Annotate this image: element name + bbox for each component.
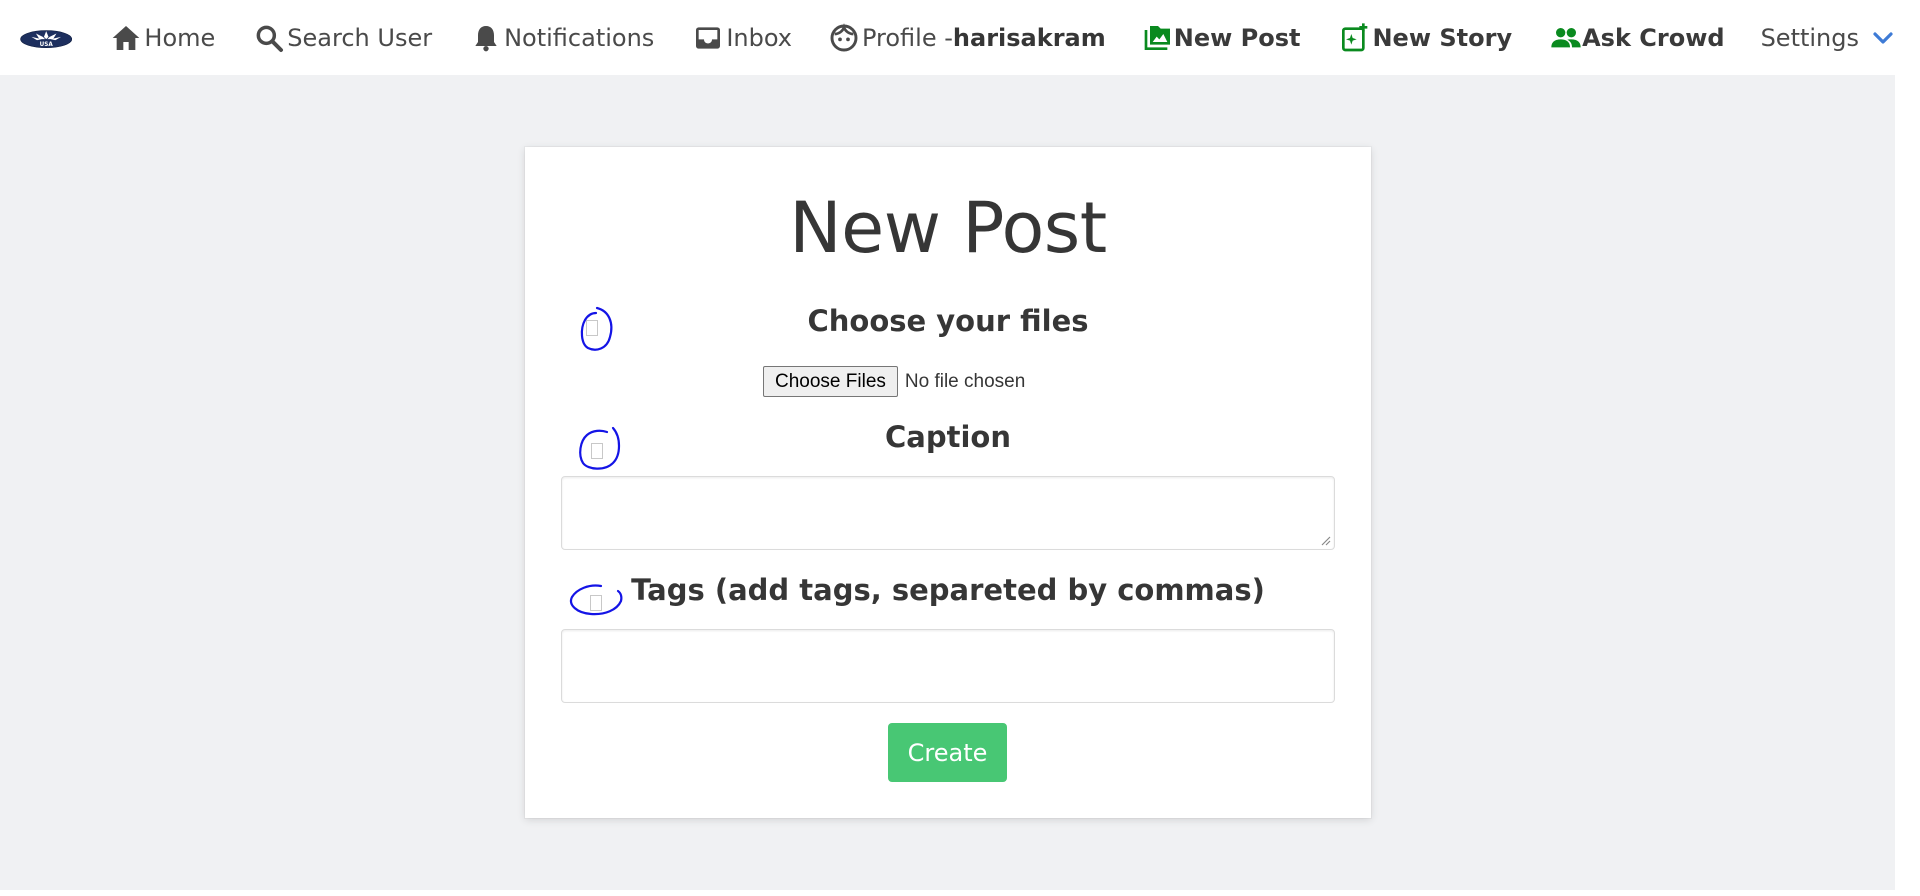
nav-home[interactable]: Home [110,0,215,75]
nav-settings-label: Settings [1760,23,1859,52]
choose-files-button[interactable]: Choose Files [763,366,898,397]
nav-search-user[interactable]: Search User [253,0,432,75]
nav-notifications-label: Notifications [504,23,655,52]
svg-text:USA: USA [40,41,54,47]
nav-settings-dropdown[interactable]: Settings [1761,0,1895,75]
inbox-icon [696,26,721,49]
nav-profile-prefix: Profile - [861,23,953,52]
nav-profile-username: harisakram [952,23,1106,52]
site-logo[interactable]: USA [20,20,73,56]
face-icon [830,22,858,51]
nav-inbox-label: Inbox [726,23,792,52]
page-title: New Post [789,187,1107,269]
nav-new-post[interactable]: New Post [1142,0,1301,75]
photo-library-icon [1144,25,1170,50]
nav-new-post-label: New Post [1173,23,1301,52]
add-story-icon [1342,22,1368,51]
nav-notifications[interactable]: Notifications [470,0,654,75]
nav-ask-crowd-label: Ask Crowd [1582,23,1725,52]
nav-inbox[interactable]: Inbox [692,0,792,75]
caption-label: Caption [885,420,1011,454]
tags-label: Tags (add tags, separeted by commas) [631,573,1265,607]
tags-input[interactable] [561,629,1335,703]
nav-new-story[interactable]: New Story [1338,0,1512,75]
create-button[interactable]: Create [888,723,1007,782]
page-bottom-edge [0,890,1920,896]
nav-home-label: Home [144,23,216,52]
file-picker: Choose Files No file chosen [763,366,1025,397]
page-scrollbar-track[interactable] [1895,0,1920,896]
search-icon [256,25,284,52]
home-icon [113,25,140,50]
caption-textarea[interactable] [561,476,1335,550]
people-icon [1551,27,1581,47]
nav-profile[interactable]: Profile - harisakram [828,0,1106,75]
nav-ask-crowd[interactable]: Ask Crowd [1550,0,1725,75]
bell-icon [475,25,497,51]
nav-search-label: Search User [287,23,433,52]
top-navbar: USA Home Search User Notifications Inbox… [0,0,1895,75]
choose-files-label: Choose your files [807,304,1089,338]
new-post-card: New Post Choose your files Choose Files … [525,147,1371,818]
file-status-text: No file chosen [904,370,1026,392]
nav-new-story-label: New Story [1372,23,1513,52]
resize-grip-icon[interactable] [1321,536,1331,546]
chevron-down-icon [1873,31,1893,44]
